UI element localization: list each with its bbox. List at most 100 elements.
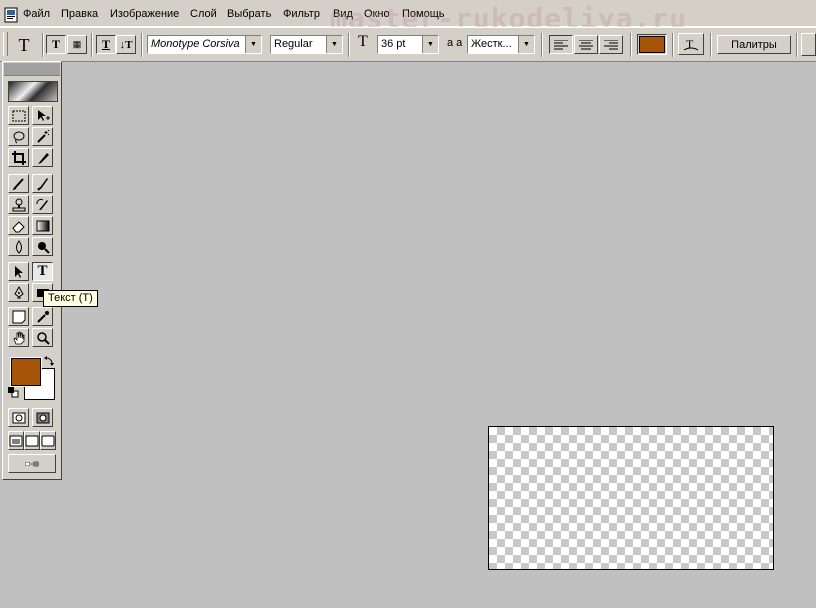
align-center-button[interactable] bbox=[574, 35, 598, 54]
align-right-icon bbox=[604, 39, 618, 49]
screen-mode-window-icon bbox=[9, 435, 23, 446]
healing-brush-tool[interactable] bbox=[8, 174, 29, 193]
separator bbox=[796, 33, 798, 57]
separator bbox=[141, 33, 143, 57]
hand-icon bbox=[13, 331, 24, 344]
dodge-tool[interactable] bbox=[32, 237, 53, 256]
type-tool[interactable]: T bbox=[32, 262, 53, 281]
move-tool[interactable] bbox=[32, 106, 53, 125]
photoshop-app-icon[interactable] bbox=[3, 7, 19, 23]
separator bbox=[630, 33, 632, 57]
stamp-icon bbox=[12, 198, 25, 211]
menu-edit[interactable]: Правка bbox=[61, 8, 98, 20]
brush-icon bbox=[36, 177, 48, 191]
text-tool-preset-icon[interactable]: T bbox=[10, 32, 38, 58]
text-color-button[interactable] bbox=[637, 34, 667, 55]
adobe-online-logo[interactable] bbox=[8, 81, 58, 102]
notes-tool[interactable] bbox=[8, 307, 29, 326]
zoom-tool[interactable] bbox=[32, 328, 53, 347]
clone-stamp-tool[interactable] bbox=[8, 195, 29, 214]
text-layer-mode-button[interactable]: T bbox=[46, 35, 66, 54]
palettes-label: Палитры bbox=[731, 38, 777, 51]
path-selection-tool[interactable] bbox=[8, 262, 29, 281]
eyedropper-icon bbox=[36, 310, 49, 323]
separator bbox=[672, 33, 674, 57]
font-family-value: Monotype Corsiva bbox=[151, 38, 240, 50]
antialias-select[interactable]: Жестк... ▼ bbox=[467, 35, 535, 54]
pen-tool[interactable] bbox=[8, 283, 29, 302]
screen-mode-full-icon bbox=[41, 435, 55, 446]
menu-filter[interactable]: Фильтр bbox=[283, 8, 320, 20]
horizontal-text-button[interactable]: T bbox=[96, 35, 116, 54]
healing-brush-icon bbox=[12, 177, 24, 190]
standard-screen-mode-button[interactable] bbox=[8, 431, 24, 450]
chevron-down-icon[interactable]: ▼ bbox=[245, 36, 261, 53]
marquee-tool[interactable] bbox=[8, 106, 29, 125]
font-family-select[interactable]: Monotype Corsiva ▼ bbox=[147, 35, 262, 54]
eraser-icon bbox=[11, 220, 25, 232]
fullscreen-mode-button[interactable] bbox=[40, 431, 56, 450]
antialias-value: Жестк... bbox=[471, 38, 512, 50]
separator bbox=[42, 33, 44, 57]
swap-colors-icon[interactable] bbox=[43, 355, 55, 367]
align-left-icon bbox=[554, 39, 568, 49]
screen-mode-menu-icon bbox=[25, 435, 39, 446]
type-tool-icon: T bbox=[37, 263, 48, 279]
palettes-button[interactable]: Палитры bbox=[717, 35, 791, 54]
menu-select[interactable]: Выбрать bbox=[227, 8, 271, 20]
separator bbox=[91, 33, 93, 57]
magnifier-icon bbox=[36, 331, 50, 345]
menu-layer[interactable]: Слой bbox=[190, 8, 217, 20]
menu-image[interactable]: Изображение bbox=[110, 8, 179, 20]
menu-bar: Файл Правка Изображение Слой Выбрать Фил… bbox=[0, 2, 816, 35]
eraser-tool[interactable] bbox=[8, 216, 29, 235]
warp-text-icon: T bbox=[683, 37, 699, 51]
crop-icon bbox=[11, 150, 26, 165]
gradient-tool[interactable] bbox=[32, 216, 53, 235]
text-tool-glyph: T bbox=[18, 34, 30, 55]
standard-mode-button[interactable] bbox=[8, 408, 29, 427]
text-mask-mode-button[interactable]: ▦ bbox=[67, 35, 87, 54]
magic-wand-tool[interactable] bbox=[32, 127, 53, 146]
warp-text-button[interactable]: T bbox=[678, 33, 704, 55]
fullscreen-menu-mode-button[interactable] bbox=[24, 431, 40, 450]
vertical-text-button[interactable]: ↓T bbox=[116, 35, 136, 54]
water-drop-icon bbox=[15, 239, 22, 254]
lasso-tool[interactable] bbox=[8, 127, 29, 146]
document-canvas-transparent[interactable] bbox=[488, 426, 774, 570]
text-color-swatch bbox=[639, 36, 665, 53]
dodge-icon bbox=[37, 241, 50, 254]
font-style-value: Regular bbox=[274, 38, 313, 50]
chevron-down-icon[interactable]: ▼ bbox=[518, 36, 534, 53]
align-center-icon bbox=[579, 39, 593, 49]
align-right-button[interactable] bbox=[599, 35, 623, 54]
quick-mask-mode-button[interactable] bbox=[32, 408, 53, 427]
separator bbox=[348, 33, 350, 57]
options-bar: T T ▦ T ↓T Monotype Corsiva ▼ Regular ▼ … bbox=[0, 27, 816, 62]
history-brush-tool[interactable] bbox=[32, 195, 53, 214]
jump-to-imageready-button[interactable] bbox=[8, 454, 56, 473]
move-arrow-icon bbox=[37, 109, 50, 121]
palette-well[interactable] bbox=[801, 33, 816, 56]
note-icon bbox=[12, 310, 25, 323]
foreground-color-swatch[interactable] bbox=[10, 357, 42, 387]
crop-tool[interactable] bbox=[8, 148, 29, 167]
default-colors-icon[interactable] bbox=[8, 387, 19, 398]
slice-tool[interactable] bbox=[32, 148, 53, 167]
hand-tool[interactable] bbox=[8, 328, 29, 347]
chevron-down-icon[interactable]: ▼ bbox=[326, 36, 342, 53]
menu-file[interactable]: Файл bbox=[23, 8, 50, 20]
font-size-select[interactable]: 36 pt ▼ bbox=[377, 35, 439, 54]
brush-tool[interactable] bbox=[32, 174, 53, 193]
align-left-button[interactable] bbox=[549, 35, 573, 54]
font-style-select[interactable]: Regular ▼ bbox=[270, 35, 343, 54]
separator bbox=[541, 33, 543, 57]
blur-tool[interactable] bbox=[8, 237, 29, 256]
lasso-icon bbox=[13, 131, 24, 143]
toolbox-title-bar[interactable] bbox=[4, 63, 60, 76]
eyedropper-tool[interactable] bbox=[32, 307, 53, 326]
quick-mask-icon bbox=[36, 412, 49, 423]
standard-mode-icon bbox=[12, 412, 25, 423]
chevron-down-icon[interactable]: ▼ bbox=[422, 36, 438, 53]
options-bar-grip[interactable] bbox=[3, 32, 8, 56]
